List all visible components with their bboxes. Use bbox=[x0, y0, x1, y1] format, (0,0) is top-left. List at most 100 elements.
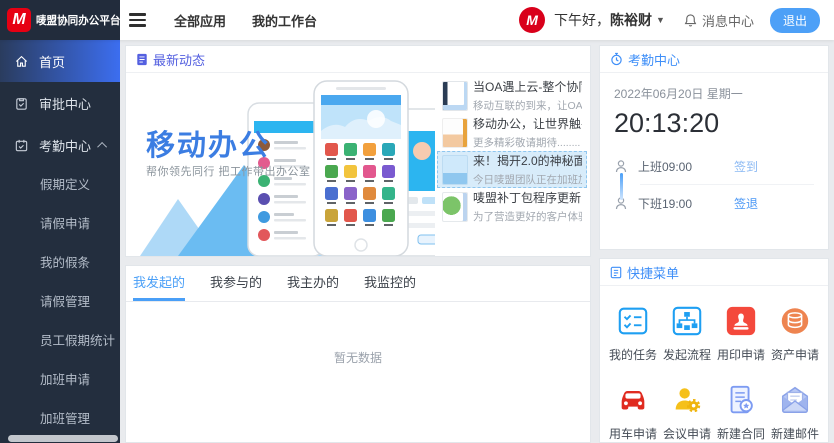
shift-label: 上班09:00 bbox=[638, 158, 708, 175]
nav-all-apps[interactable]: 全部应用 bbox=[174, 11, 226, 30]
news-item[interactable]: 移动办公，让世界触手可 更多精彩敬请期待........ bbox=[437, 114, 587, 151]
sidebar-item-label: 审批中心 bbox=[39, 94, 91, 113]
banner-subline: 帮你领先同行 把工作带出办公室 bbox=[146, 163, 311, 179]
tasks-icon bbox=[616, 304, 650, 338]
user-avatar[interactable]: M bbox=[519, 7, 545, 33]
news-item-active[interactable]: 来！揭开2.0的神秘面纱- 今日唛盟团队正在加班加点， bbox=[437, 151, 587, 188]
quick-item-label: 发起流程 bbox=[660, 346, 714, 363]
person-icon bbox=[614, 159, 628, 174]
quick-item-my-tasks[interactable]: 我的任务 bbox=[606, 304, 660, 363]
horizontal-scrollbar-thumb[interactable] bbox=[8, 435, 118, 442]
app-title: 唛盟协同办公平台 bbox=[36, 12, 120, 28]
home-icon bbox=[14, 54, 29, 69]
sidebar-subitem-leave-management[interactable]: 请假管理 bbox=[0, 283, 120, 322]
quick-item-label: 用车申请 bbox=[606, 425, 660, 442]
news-item[interactable]: 唛盟补丁包程序更新 为了营造更好的客户体验，唛 bbox=[437, 188, 587, 225]
sidebar-item-approval-center[interactable]: 审批中心 bbox=[0, 82, 120, 124]
quick-item-label: 资产申请 bbox=[768, 346, 822, 363]
mail-icon bbox=[778, 383, 812, 417]
stopwatch-icon bbox=[610, 52, 623, 66]
panel-title: 快捷菜单 bbox=[627, 263, 679, 282]
sidebar-subitem-employee-holiday-stats[interactable]: 员工假期统计 bbox=[0, 322, 120, 361]
sidebar-subitem-overtime-management[interactable]: 加班管理 bbox=[0, 400, 120, 439]
user-greeting[interactable]: 下午好，陈裕财 bbox=[554, 10, 652, 30]
my-tasks-panel: 我发起的 我参与的 我主办的 我监控的 暂无数据 bbox=[125, 265, 591, 443]
chevron-down-icon[interactable]: ▼ bbox=[656, 15, 665, 25]
news-carousel[interactable]: 移动办公 帮你领先同行 把工作带出办公室 bbox=[126, 73, 435, 256]
news-desc: 更多精彩敬请期待........ bbox=[473, 135, 582, 150]
clipboard-icon bbox=[14, 96, 29, 111]
quick-menu-panel: 快捷菜单 我的任务 发起流程 bbox=[599, 258, 829, 443]
tab-hosted-by-me[interactable]: 我主办的 bbox=[287, 266, 339, 301]
news-title: 唛盟补丁包程序更新 bbox=[473, 189, 582, 206]
chevron-up-icon bbox=[97, 141, 107, 151]
news-desc: 移动互联的到来，让OA与云 bbox=[473, 98, 582, 113]
news-title: 移动办公，让世界触手可 bbox=[473, 115, 582, 132]
news-thumbnail bbox=[442, 81, 468, 111]
news-thumbnail bbox=[442, 155, 468, 185]
sidebar-subitem-overtime-request[interactable]: 加班申请 bbox=[0, 361, 120, 400]
attendance-rows: 上班09:00 签到 下班19:00 签退 bbox=[614, 153, 814, 216]
quick-item-new-contract[interactable]: 新建合同 bbox=[714, 383, 768, 442]
brand: M 唛盟协同办公平台 bbox=[0, 0, 120, 40]
menu-toggle-icon[interactable] bbox=[129, 10, 146, 30]
quick-item-start-flow[interactable]: 发起流程 bbox=[660, 304, 714, 363]
stamp-icon bbox=[724, 304, 758, 338]
sidebar-subitem-holiday-definition[interactable]: 假期定义 bbox=[0, 166, 120, 205]
greeting-text: 下午好， bbox=[554, 12, 610, 28]
asset-icon bbox=[778, 304, 812, 338]
flow-icon bbox=[670, 304, 704, 338]
quick-item-label: 我的任务 bbox=[606, 346, 660, 363]
tasks-tab-bar: 我发起的 我参与的 我主办的 我监控的 bbox=[126, 266, 590, 302]
quick-item-seal-request[interactable]: 用印申请 bbox=[714, 304, 768, 363]
quick-item-label: 新建邮件 bbox=[768, 425, 822, 442]
divider bbox=[640, 184, 814, 185]
top-nav: 全部应用 我的工作台 bbox=[174, 11, 343, 30]
sidebar-subitem-leave-request[interactable]: 请假申请 bbox=[0, 205, 120, 244]
latest-news-header: 最新动态 bbox=[126, 46, 590, 73]
top-header: M 唛盟协同办公平台 全部应用 我的工作台 M 下午好，陈裕财 ▼ 消息中心 退… bbox=[0, 0, 834, 40]
calendar-icon bbox=[14, 138, 29, 153]
news-list: 当OA遇上云-整个协同OA 移动互联的到来，让OA与云 移动办公，让世界触手可 … bbox=[435, 73, 590, 256]
quick-item-vehicle-request[interactable]: 用车申请 bbox=[606, 383, 660, 442]
attendance-date: 2022年06月20日 星期一 bbox=[614, 85, 814, 102]
username: 陈裕财 bbox=[610, 12, 652, 28]
sidebar-item-home[interactable]: 首页 bbox=[0, 40, 120, 82]
contract-icon bbox=[724, 383, 758, 417]
news-thumbnail bbox=[442, 118, 468, 148]
news-item[interactable]: 当OA遇上云-整个协同OA 移动互联的到来，让OA与云 bbox=[437, 77, 587, 114]
tab-participated-by-me[interactable]: 我参与的 bbox=[210, 266, 262, 301]
check-in-link[interactable]: 签到 bbox=[734, 158, 758, 175]
tab-initiated-by-me[interactable]: 我发起的 bbox=[133, 266, 185, 301]
attendance-clock: 20:13:20 bbox=[614, 108, 814, 139]
shift-label: 下班19:00 bbox=[638, 195, 708, 212]
quick-menu-header: 快捷菜单 bbox=[600, 259, 828, 286]
sidebar: 首页 审批中心 考勤中心 假期定义 请假申请 我的假条 请假管理 员工假期统计 … bbox=[0, 40, 120, 443]
quick-item-asset-request[interactable]: 资产申请 bbox=[768, 304, 822, 363]
quick-item-new-mail[interactable]: 新建邮件 bbox=[768, 383, 822, 442]
quick-menu-grid: 我的任务 发起流程 用印申请 bbox=[600, 286, 828, 442]
tab-monitored-by-me[interactable]: 我监控的 bbox=[364, 266, 416, 301]
quick-item-label: 新建合同 bbox=[714, 425, 768, 442]
latest-news-panel: 最新动态 bbox=[125, 45, 591, 257]
logout-button[interactable]: 退出 bbox=[770, 8, 820, 33]
message-center-link[interactable]: 消息中心 bbox=[702, 11, 754, 30]
sidebar-item-label: 考勤中心 bbox=[39, 136, 91, 155]
check-out-link[interactable]: 签退 bbox=[734, 195, 758, 212]
menu-list-icon bbox=[610, 266, 622, 279]
meeting-icon bbox=[670, 383, 704, 417]
header-right: M 下午好，陈裕财 ▼ 消息中心 退出 bbox=[519, 7, 834, 33]
news-title: 当OA遇上云-整个协同OA bbox=[473, 78, 582, 95]
sidebar-item-label: 首页 bbox=[39, 52, 65, 71]
attendance-panel: 考勤中心 2022年06月20日 星期一 20:13:20 上班09:00 签到… bbox=[599, 45, 829, 250]
bell-icon[interactable] bbox=[683, 13, 698, 28]
quick-item-label: 用印申请 bbox=[714, 346, 768, 363]
sidebar-subitem-my-leave-slips[interactable]: 我的假条 bbox=[0, 244, 120, 283]
panel-title: 最新动态 bbox=[153, 50, 205, 69]
sidebar-item-attendance-center[interactable]: 考勤中心 bbox=[0, 124, 120, 166]
attendance-header: 考勤中心 bbox=[600, 46, 828, 73]
nav-my-workbench[interactable]: 我的工作台 bbox=[252, 11, 317, 30]
banner-headline: 移动办公 bbox=[146, 122, 270, 164]
quick-item-meeting-request[interactable]: 会议申请 bbox=[660, 383, 714, 442]
car-icon bbox=[616, 383, 650, 417]
